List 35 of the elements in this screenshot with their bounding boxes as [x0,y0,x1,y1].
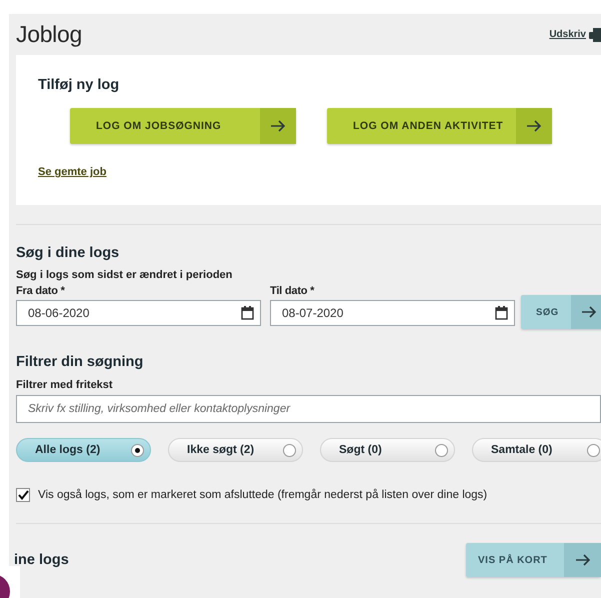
filter-option[interactable]: Samtale (0) [472,438,601,462]
field-label: Til dato * [270,284,316,299]
print-link[interactable]: Udskriv [549,29,586,40]
saved-jobs-link[interactable]: Se gemte job [38,166,106,178]
printer-icon [589,28,601,42]
log-button[interactable]: LOG OM JOBSØGNING [70,108,296,144]
radio-icon [587,444,600,456]
calendar-icon [495,306,508,320]
date-field[interactable]: 08-07-2020 [270,300,515,326]
checkbox[interactable] [16,488,30,502]
checkbox-label: Vis også logs, som er markeret som afsluttede (fremgår nederst på listen over dine logs) [38,489,488,501]
section-heading: Søg i dine logs [16,245,120,261]
search-button[interactable]: SØG [521,295,601,329]
section-subheading: Søg i logs som sidst er ændret i perioden [16,269,234,281]
field-label: Filtrer med fritekst [16,379,114,391]
radio-icon [283,444,296,456]
log-button[interactable]: LOG OM ANDEN AKTIVITET [327,108,552,144]
page-title: Joblog [16,21,82,48]
arrow-icon [526,120,542,132]
section-heading: ine logs [14,552,69,568]
calendar-icon [241,306,254,320]
filter-option[interactable]: Ikke søgt (2) [168,438,303,462]
arrow-icon [270,120,286,132]
arrow-icon [580,306,596,318]
radio-icon [435,444,448,456]
section-heading: Tilføj ny log [38,77,120,93]
date-field[interactable]: 08-06-2020 [16,300,261,326]
map-button[interactable]: VIS PÅ KORT [466,543,601,577]
radio-icon [131,444,144,456]
section-heading: Filtrer din søgning [16,354,144,370]
arrow-icon [574,554,590,566]
field-label: Fra dato * [16,284,66,299]
filter-option[interactable]: Søgt (0) [320,438,455,462]
search-field[interactable]: Skriv fx stilling, virksomhed eller kontaktoplysninger [16,395,601,423]
filter-option[interactable]: Alle logs (2) [16,438,151,462]
